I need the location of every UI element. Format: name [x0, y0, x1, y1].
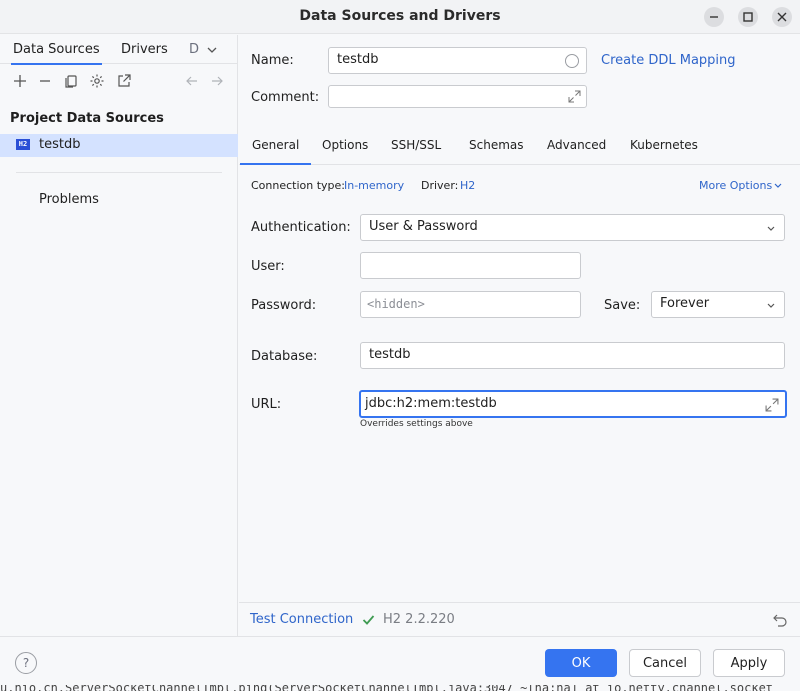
settings-button[interactable]	[88, 72, 106, 90]
expand-icon[interactable]	[568, 90, 581, 103]
name-field[interactable]: testdb	[328, 47, 587, 74]
arrow-left-icon	[186, 76, 197, 86]
user-field[interactable]	[360, 252, 581, 279]
comment-label: Comment:	[251, 90, 320, 105]
title-bar: Data Sources and Drivers	[0, 0, 800, 34]
forward-button[interactable]	[208, 72, 226, 90]
password-label: Password:	[251, 298, 317, 313]
url-hint: Overrides settings above	[360, 419, 473, 429]
chevron-down-icon	[767, 226, 775, 231]
comment-field[interactable]	[328, 85, 587, 108]
user-label: User:	[251, 259, 285, 274]
maximize-icon	[743, 12, 753, 22]
create-ddl-mapping-link[interactable]: Create DDL Mapping	[601, 53, 736, 68]
problems-item[interactable]: Problems	[39, 192, 99, 207]
tab-data-sources[interactable]: Data Sources	[11, 42, 102, 65]
open-external-button[interactable]	[115, 72, 133, 90]
password-field[interactable]: <hidden>	[360, 291, 581, 318]
url-label: URL:	[251, 397, 282, 412]
remove-button[interactable]	[36, 72, 54, 90]
tab-general[interactable]: General	[239, 138, 312, 165]
authentication-select[interactable]: User & Password	[360, 214, 785, 241]
database-label: Database:	[251, 349, 318, 364]
save-value: Forever	[660, 296, 710, 311]
plus-icon	[14, 75, 26, 87]
minimize-icon	[710, 16, 718, 18]
section-title: Project Data Sources	[10, 111, 164, 126]
data-source-item[interactable]: H2 testdb	[0, 134, 238, 157]
minimize-button[interactable]	[704, 7, 724, 27]
authentication-value: User & Password	[369, 219, 478, 234]
maximize-button[interactable]	[738, 7, 758, 27]
authentication-label: Authentication:	[251, 220, 351, 235]
minus-icon	[40, 80, 50, 82]
right-panel: Name: testdb Create DDL Mapping Comment:…	[239, 35, 800, 636]
url-value: jdbc:h2:mem:testdb	[365, 396, 497, 411]
save-select[interactable]: Forever	[651, 291, 785, 318]
database-field[interactable]: testdb	[360, 342, 785, 369]
window-title: Data Sources and Drivers	[299, 8, 501, 24]
connection-type-label: Connection type:	[251, 179, 346, 192]
close-icon	[777, 12, 787, 22]
cancel-button[interactable]: Cancel	[629, 649, 701, 677]
tab-overflow[interactable]: D	[189, 42, 199, 57]
settings-tabs: General Options SSH/SSL Schemas Advanced…	[239, 129, 800, 165]
tab-options[interactable]: Options	[322, 138, 368, 152]
help-button[interactable]: ?	[15, 652, 37, 674]
data-source-label: testdb	[39, 137, 81, 152]
color-circle-icon[interactable]	[564, 53, 580, 69]
background-terminal-text: u.nio.ch.ServerSocketChannelImpl.bind(Se…	[0, 685, 800, 691]
url-field[interactable]: jdbc:h2:mem:testdb	[359, 390, 787, 418]
password-placeholder: <hidden>	[367, 297, 425, 311]
test-connection-bar: Test Connection H2 2.2.220	[239, 602, 800, 636]
tab-ssh-ssl[interactable]: SSH/SSL	[391, 138, 441, 152]
chevron-down-icon	[767, 303, 775, 308]
more-options-link[interactable]: More Options	[699, 179, 772, 192]
database-value: testdb	[369, 347, 411, 362]
tab-drivers[interactable]: Drivers	[121, 42, 168, 57]
tab-advanced[interactable]: Advanced	[547, 138, 606, 152]
chevron-down-icon[interactable]	[773, 181, 783, 191]
name-label: Name:	[251, 53, 294, 68]
check-icon	[362, 615, 375, 625]
revert-icon[interactable]	[772, 612, 788, 628]
copy-icon	[65, 75, 77, 88]
driver-version: H2 2.2.220	[383, 612, 455, 627]
gear-icon	[90, 74, 104, 88]
duplicate-button[interactable]	[62, 72, 80, 90]
test-connection-link[interactable]: Test Connection	[250, 612, 353, 627]
expand-icon[interactable]	[765, 398, 779, 412]
name-value: testdb	[337, 52, 379, 67]
ok-button[interactable]: OK	[545, 649, 617, 677]
driver-value[interactable]: H2	[460, 179, 475, 192]
back-button[interactable]	[183, 72, 201, 90]
arrow-right-icon	[212, 76, 223, 86]
connection-type-value[interactable]: In-memory	[344, 179, 404, 192]
divider	[16, 172, 222, 173]
dialog-buttons: ? OK Cancel Apply	[0, 636, 800, 691]
close-button[interactable]	[772, 7, 792, 27]
tab-schemas[interactable]: Schemas	[469, 138, 524, 152]
save-label: Save:	[604, 298, 641, 313]
driver-label: Driver:	[421, 179, 459, 192]
left-tabs: Data Sources Drivers D	[0, 35, 238, 65]
add-button[interactable]	[11, 72, 29, 90]
tab-kubernetes[interactable]: Kubernetes	[630, 138, 698, 152]
h2-icon: H2	[16, 139, 30, 150]
chevron-down-icon[interactable]	[206, 45, 218, 55]
left-panel: Data Sources Drivers D Project Data Sour…	[0, 35, 238, 636]
external-link-icon	[118, 74, 131, 87]
left-toolbar	[0, 71, 238, 93]
apply-button[interactable]: Apply	[713, 649, 785, 677]
